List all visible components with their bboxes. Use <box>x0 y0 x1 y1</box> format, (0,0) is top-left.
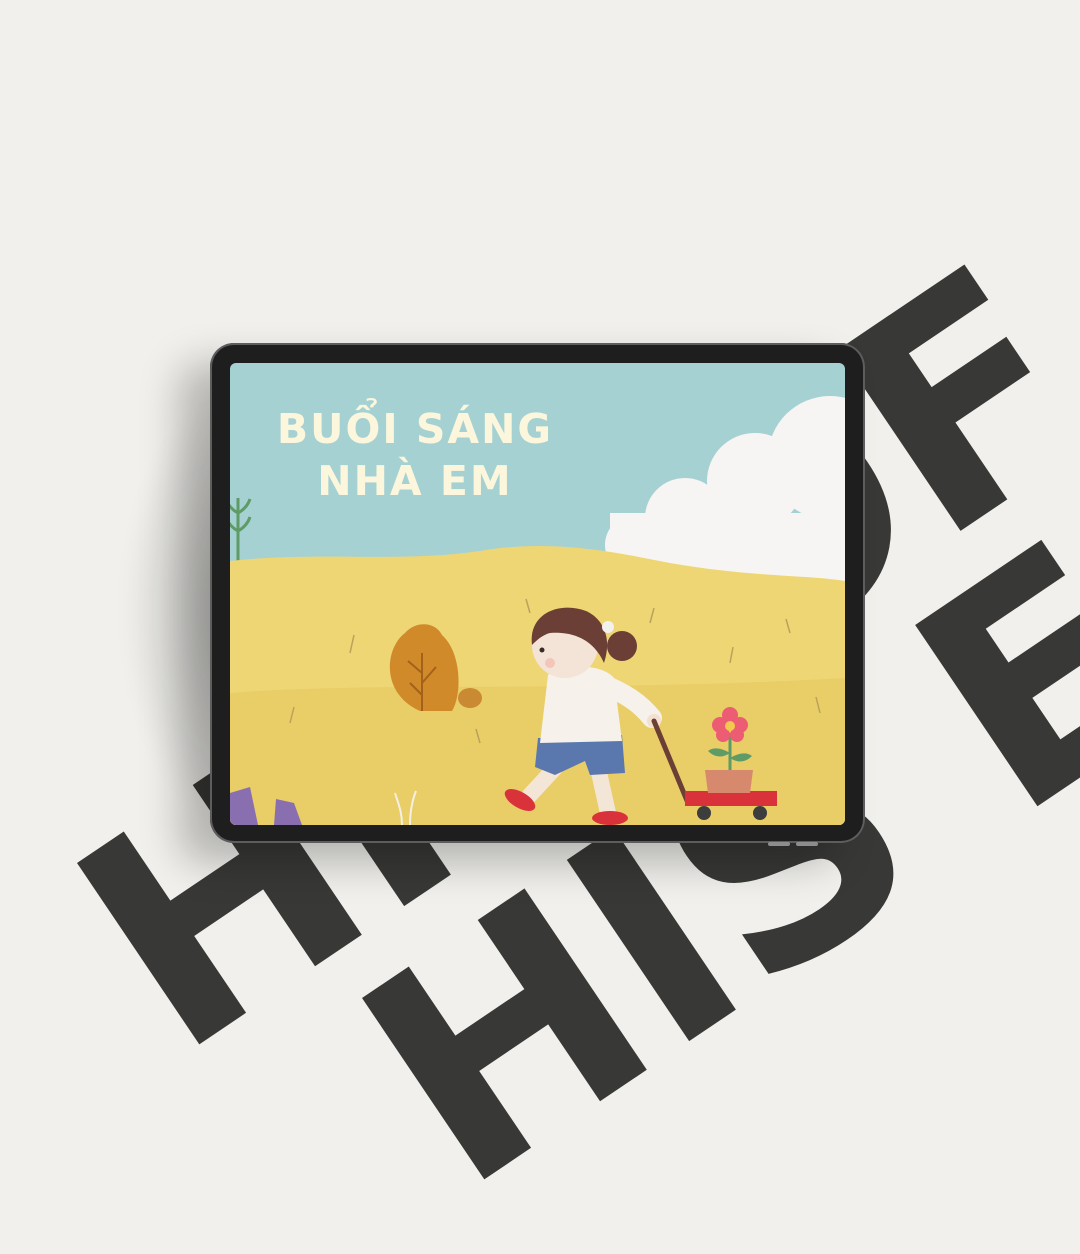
book-cover-screen: BUỔI SÁNG NHÀ EM <box>230 363 845 825</box>
cover-title: BUỔI SÁNG NHÀ EM <box>230 403 600 507</box>
cover-title-line1: BUỔI SÁNG <box>276 405 554 453</box>
tablet-side-button <box>768 842 790 846</box>
tablet-side-button <box>796 842 818 846</box>
cover-title-line2: NHÀ EM <box>317 457 513 505</box>
